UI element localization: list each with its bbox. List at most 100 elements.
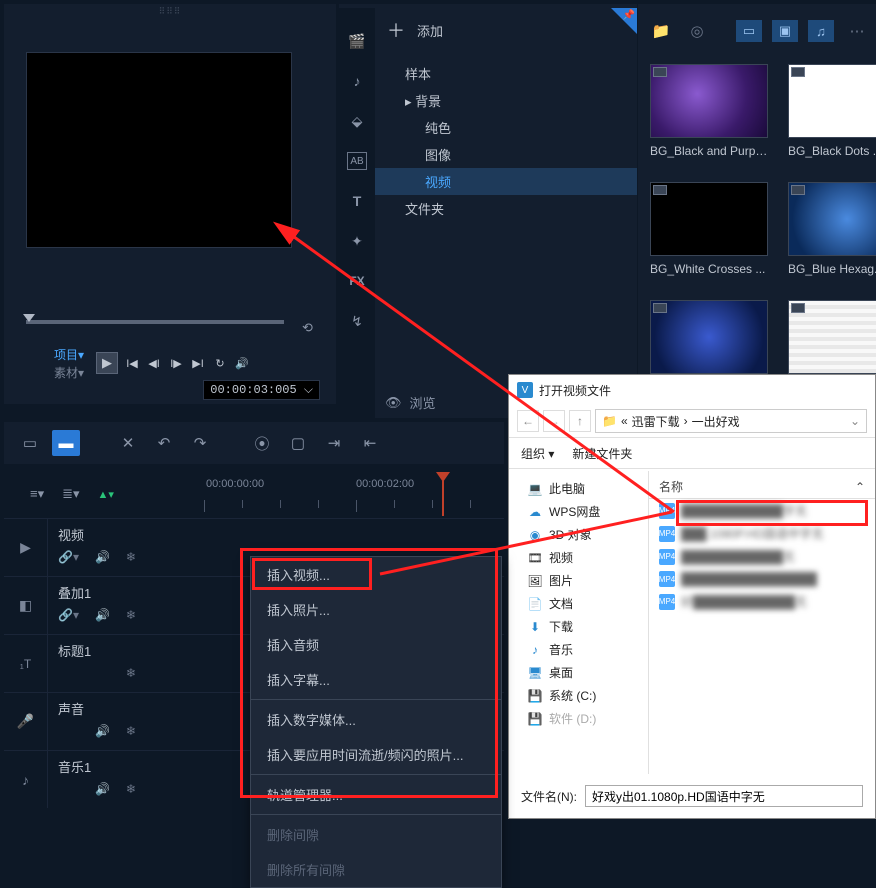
new-folder-button[interactable]: 新建文件夹: [572, 445, 632, 462]
nav-sysc[interactable]: 💾系统 (C:): [509, 684, 648, 707]
go-start-button[interactable]: I◀: [124, 357, 140, 370]
volume-button[interactable]: 🔊: [234, 357, 250, 370]
lock-icon[interactable]: ❄: [126, 782, 136, 796]
marker-icon[interactable]: ▢: [284, 430, 312, 456]
swap-icon[interactable]: ⟲: [302, 320, 318, 336]
menu-insert-subtitle[interactable]: 插入字幕...: [251, 662, 501, 697]
play-button[interactable]: ▶: [96, 352, 118, 374]
nav-documents[interactable]: 📄文档: [509, 592, 648, 615]
filter-photo-icon[interactable]: ▣: [772, 20, 798, 42]
breadcrumb[interactable]: 📁 « 迅雷下载› 一出好戏 ⌄: [595, 409, 867, 433]
loop-button[interactable]: ↻: [212, 357, 228, 370]
file-item[interactable]: MP4████████████████: [649, 568, 875, 590]
track-options-icon[interactable]: ≡▾: [30, 486, 44, 502]
nav-video[interactable]: 🎞视频: [509, 546, 648, 569]
thumb-bg-purple[interactable]: BG_Black and Purpl...: [650, 64, 768, 158]
plus-icon[interactable]: ＋: [387, 17, 405, 43]
prev-frame-button[interactable]: ◀I: [146, 357, 162, 370]
thumb-bg-swirl[interactable]: [650, 300, 768, 374]
tree-solid[interactable]: 纯色: [391, 114, 629, 141]
nav-downloads[interactable]: ⬇下载: [509, 615, 648, 638]
file-item[interactable]: MP4███.1080P.HD国语中字无: [649, 522, 875, 545]
timecode-display[interactable]: 00:00:03:005 ⌵: [203, 380, 320, 400]
menu-insert-audio[interactable]: 插入音频: [251, 627, 501, 662]
preview-viewport[interactable]: [26, 52, 292, 248]
tree-folder[interactable]: 文件夹: [391, 195, 629, 222]
nav-3d[interactable]: ◉3D 对象: [509, 523, 648, 546]
filter-more-icon[interactable]: ⋯: [844, 20, 870, 42]
undo-button[interactable]: ↶: [150, 430, 178, 456]
track-height-icon[interactable]: ≣▾: [62, 486, 79, 502]
menu-insert-photo[interactable]: 插入照片...: [251, 592, 501, 627]
menu-insert-timelapse[interactable]: 插入要应用时间流逝/频闪的照片...: [251, 737, 501, 772]
capture-icon[interactable]: ◎: [684, 20, 710, 42]
nav-pc[interactable]: 💻此电脑: [509, 477, 648, 500]
column-header-name[interactable]: 名称⌃: [649, 475, 875, 499]
menu-track-manager[interactable]: 轨道管理器...: [251, 777, 501, 812]
tab-material[interactable]: 素材▾: [54, 364, 84, 382]
tab-project[interactable]: 项目▾: [54, 346, 84, 364]
split-icon[interactable]: ⇥: [320, 430, 348, 456]
up-button[interactable]: ↑: [569, 410, 591, 432]
mute-icon[interactable]: 🔊: [95, 724, 110, 738]
back-button[interactable]: ←: [517, 410, 539, 432]
file-item[interactable]: MP4████████████字无: [649, 499, 875, 522]
next-frame-button[interactable]: I▶: [168, 357, 184, 370]
lock-icon[interactable]: ❄: [126, 666, 136, 680]
panel-grip[interactable]: ⠿⠿⠿: [159, 6, 182, 17]
menu-insert-digital[interactable]: 插入数字媒体...: [251, 702, 501, 737]
link-icon[interactable]: 🔗▾: [58, 608, 79, 622]
tree-video[interactable]: 视频: [375, 168, 637, 195]
title-icon[interactable]: AB: [347, 152, 367, 170]
mute-icon[interactable]: 🔊: [95, 550, 110, 564]
nav-pictures[interactable]: 🖼图片: [509, 569, 648, 592]
browse-button[interactable]: 👁 浏览: [385, 393, 436, 412]
add-label[interactable]: 添加: [417, 21, 443, 40]
thumb-bg-crosses[interactable]: BG_White Crosses ...: [650, 182, 768, 276]
playhead-handle[interactable]: [436, 472, 450, 482]
thumb-bg-stripes[interactable]: [788, 300, 876, 374]
slip-icon[interactable]: ⇤: [356, 430, 384, 456]
media-icon[interactable]: 🎬: [347, 32, 367, 50]
nav-wps[interactable]: ☁WPS网盘: [509, 500, 648, 523]
transition-icon[interactable]: ⬙: [347, 112, 367, 130]
mute-icon[interactable]: 🔊: [95, 608, 110, 622]
lock-icon[interactable]: ❄: [126, 550, 136, 564]
mute-icon[interactable]: 🔊: [95, 782, 110, 796]
lock-icon[interactable]: ❄: [126, 724, 136, 738]
tools-icon[interactable]: ✕: [114, 430, 142, 456]
graphics-icon[interactable]: ✦: [347, 232, 367, 250]
preview-scrubber[interactable]: [26, 320, 284, 324]
import-folder-icon[interactable]: 📁: [648, 20, 674, 42]
filter-video-icon[interactable]: ▭: [736, 20, 762, 42]
file-item[interactable]: MP4████████████无: [649, 545, 875, 568]
nav-music[interactable]: ♪音乐: [509, 638, 648, 661]
nav-desktop[interactable]: 🖥桌面: [509, 661, 648, 684]
tree-background[interactable]: ▸ 背景: [391, 87, 629, 114]
text-icon[interactable]: T: [347, 192, 367, 210]
lock-icon[interactable]: ❄: [126, 608, 136, 622]
nav-softd[interactable]: 💾软件 (D:): [509, 707, 648, 730]
timeline-view-button[interactable]: ▬: [52, 430, 80, 456]
time-ruler[interactable]: 00:00:00:00 00:00:02:00: [204, 472, 504, 516]
filename-input[interactable]: [585, 785, 863, 807]
tree-image[interactable]: 图像: [391, 141, 629, 168]
path-icon[interactable]: ↯: [347, 312, 367, 330]
forward-button[interactable]: →: [543, 410, 565, 432]
fx-icon[interactable]: FX: [347, 272, 367, 290]
menu-insert-video[interactable]: 插入视频...: [251, 557, 501, 592]
file-item[interactable]: MP4好████████████无: [649, 590, 875, 613]
audio-icon[interactable]: ♪: [347, 72, 367, 90]
dialog-titlebar[interactable]: V 打开视频文件: [509, 375, 875, 405]
tree-sample[interactable]: 样本: [391, 60, 629, 87]
add-track-icon[interactable]: ▲▾: [98, 488, 114, 501]
go-end-button[interactable]: ▶I: [190, 357, 206, 370]
record-icon[interactable]: ⦿: [248, 430, 276, 456]
storyboard-view-button[interactable]: ▭: [16, 430, 44, 456]
organize-button[interactable]: 组织 ▾: [521, 445, 554, 462]
filter-audio-icon[interactable]: ♫: [808, 20, 834, 42]
thumb-bg-dots[interactable]: BG_Black Dots ...: [788, 64, 876, 158]
link-icon[interactable]: 🔗▾: [58, 550, 79, 564]
thumb-bg-hexagon[interactable]: BG_Blue Hexag...: [788, 182, 876, 276]
redo-button[interactable]: ↷: [186, 430, 214, 456]
